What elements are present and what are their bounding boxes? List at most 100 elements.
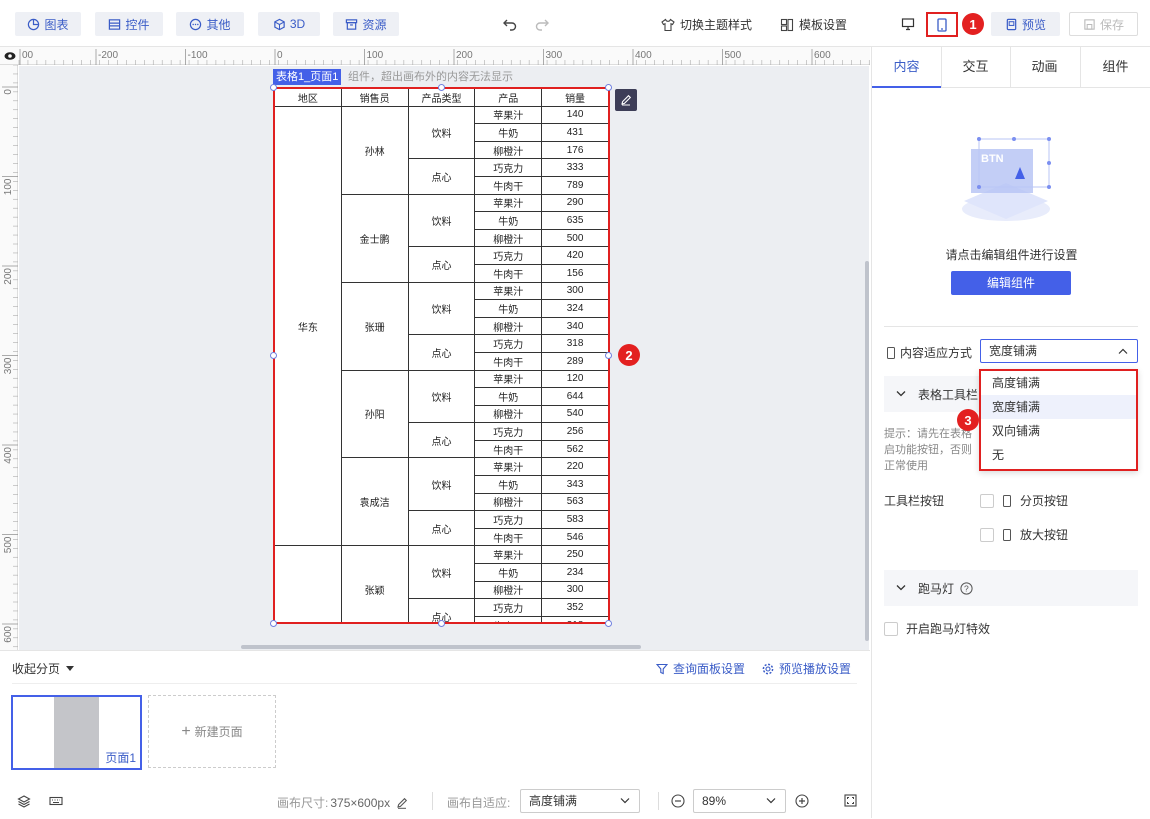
resize-handle-bl[interactable]: [270, 620, 277, 627]
edit-prompt: 请点击编辑组件进行设置: [945, 248, 1078, 262]
marquee-section[interactable]: 跑马灯 ?: [884, 570, 1138, 606]
resize-handle-tr[interactable]: [605, 84, 612, 91]
eye-icon[interactable]: [4, 50, 16, 62]
sales-cell: 324: [541, 299, 609, 318]
product-type-cell: 点心: [407, 158, 476, 195]
component-tag[interactable]: 表格1_页面1: [273, 69, 342, 85]
cube-icon: [274, 18, 285, 30]
filter-icon: [656, 663, 668, 674]
page-button-checkbox[interactable]: [980, 493, 994, 508]
3d-button[interactable]: 3D: [258, 12, 320, 36]
zoom-button-option[interactable]: 放大按钮: [980, 526, 1068, 543]
marquee-enable-option[interactable]: 开启跑马灯特效: [884, 620, 990, 637]
preview-button[interactable]: 预览: [991, 12, 1060, 36]
product-type-cell: 饮料: [407, 369, 476, 424]
more-icon: [190, 18, 202, 30]
keyboard-icon[interactable]: [49, 794, 63, 811]
toolbar-tip: 提示：请先在表格 启功能按钮，否则 正常使用: [884, 428, 972, 472]
collapse-pages-button[interactable]: 收起分页: [12, 660, 75, 677]
zoom-out-icon[interactable]: [671, 794, 685, 811]
desktop-icon[interactable]: [898, 14, 918, 34]
chevron-down-icon: [896, 585, 906, 591]
region-cell-empty: [274, 545, 342, 623]
product-cell: 牛肉干: [474, 439, 543, 459]
save-icon: [1084, 18, 1095, 30]
marquee-checkbox[interactable]: [884, 621, 898, 636]
caret-down-icon: [66, 665, 75, 671]
product-type-cell: 饮料: [407, 105, 476, 160]
sales-cell: 318: [541, 615, 609, 623]
save-button[interactable]: 保存: [1069, 12, 1138, 36]
undo-icon[interactable]: [500, 14, 520, 34]
gear-icon: [762, 663, 774, 674]
resize-handle-br[interactable]: [605, 620, 612, 627]
seller-cell: 金士鹏: [340, 193, 409, 283]
resize-handle-tl[interactable]: [270, 84, 277, 91]
seller-cell: 袁成洁: [340, 457, 409, 547]
switch-theme-button[interactable]: 切换主题样式: [661, 16, 752, 33]
sales-cell: 343: [541, 475, 609, 494]
mobile-icon: [1003, 528, 1011, 541]
tab-animation[interactable]: 动画: [1010, 47, 1079, 87]
product-cell: 苹果汁: [474, 369, 543, 389]
table-component[interactable]: 地区 销售员 产品类型 产品 销量 华东 孙林 饮料 苹果汁 140 牛奶 431 柳橙汁 176 点心巧…: [274, 88, 609, 623]
zoom-select[interactable]: 89%: [693, 789, 786, 813]
option-none[interactable]: 无: [981, 443, 1136, 467]
top-toolbar: 图表 控件 其他 3D 资源 切换主题样式 模板设置 1 预览 保存: [0, 0, 1150, 47]
horizontal-scrollbar[interactable]: [241, 645, 641, 649]
ruler-label: 500: [725, 50, 742, 61]
table-header-cell: 产品类型: [407, 88, 476, 107]
mobile-icon: [1003, 494, 1011, 507]
fit-mode-select[interactable]: 宽度铺满: [980, 339, 1138, 363]
tab-interaction[interactable]: 交互: [941, 47, 1010, 87]
product-cell: 牛奶: [474, 299, 543, 318]
edit-pencil-button[interactable]: [615, 89, 637, 111]
edit-size-icon[interactable]: [396, 797, 408, 809]
page-button-option[interactable]: 分页按钮: [980, 492, 1068, 509]
vertical-scrollbar[interactable]: [865, 261, 869, 641]
option-height-fill[interactable]: 高度铺满: [981, 371, 1136, 395]
option-both-fill[interactable]: 双向铺满: [981, 419, 1136, 443]
new-page-button[interactable]: + 新建页面: [148, 695, 276, 768]
edit-component-button[interactable]: 编辑组件: [951, 271, 1071, 295]
preview-icon: [1006, 18, 1017, 30]
chart-icon: [28, 18, 40, 30]
resources-button[interactable]: 资源: [333, 12, 399, 36]
ruler-label: 500: [3, 536, 14, 553]
fit-screen-icon[interactable]: [844, 794, 857, 810]
canvas-fit-select[interactable]: 高度铺满: [520, 789, 640, 813]
option-width-fill[interactable]: 宽度铺满: [981, 395, 1136, 419]
redo-icon[interactable]: [532, 14, 552, 34]
other-button[interactable]: 其他: [176, 12, 244, 36]
query-panel-settings[interactable]: 查询面板设置: [656, 660, 745, 677]
charts-button[interactable]: 图表: [15, 12, 81, 36]
mobile-icon[interactable]: [926, 12, 958, 37]
sales-cell: 540: [541, 404, 609, 424]
preview-play-settings[interactable]: 预览播放设置: [762, 660, 851, 677]
zoom-in-icon[interactable]: [795, 794, 809, 811]
ruler-label: 100: [367, 50, 384, 61]
fit-mode-label: 内容适应方式: [886, 344, 972, 361]
product-cell: 苹果汁: [474, 105, 543, 125]
resize-handle-l[interactable]: [270, 352, 277, 359]
help-icon[interactable]: ?: [960, 581, 973, 595]
page-thumbnail-1[interactable]: 页面1: [11, 695, 142, 770]
zoom-button-checkbox[interactable]: [980, 527, 994, 542]
badge-3: 3: [957, 409, 979, 431]
resize-handle-t[interactable]: [438, 84, 445, 91]
svg-text:?: ?: [964, 583, 969, 593]
seller-cell: 孙林: [340, 105, 409, 195]
tab-content[interactable]: 内容: [872, 47, 941, 87]
table-row: 华东 孙林 饮料 苹果汁 140: [274, 105, 609, 547]
resize-handle-b[interactable]: [438, 620, 445, 627]
tab-component[interactable]: 组件: [1080, 47, 1150, 87]
sales-cell: 318: [541, 334, 609, 353]
mobile-icon: [887, 346, 895, 359]
resize-handle-r[interactable]: [605, 352, 612, 359]
controls-button[interactable]: 控件: [95, 12, 163, 36]
page-1-label: 页面1: [105, 751, 136, 765]
ruler-label: 100: [3, 178, 14, 195]
sales-cell: 140: [541, 105, 609, 125]
layers-icon[interactable]: [17, 794, 31, 811]
template-settings-button[interactable]: 模板设置: [780, 16, 847, 33]
